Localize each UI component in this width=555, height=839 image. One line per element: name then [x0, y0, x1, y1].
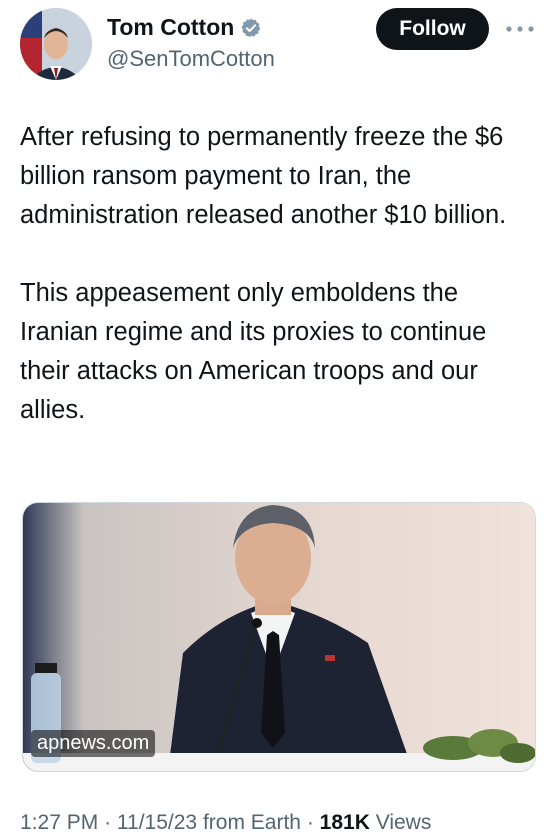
verified-badge-icon — [241, 17, 261, 37]
tweet-date[interactable]: 11/15/23 — [117, 811, 197, 834]
tweet-text: After refusing to permanently freeze the… — [20, 118, 540, 430]
tweet-header: Tom Cotton @SenTomCotton Follow — [0, 0, 555, 90]
avatar[interactable] — [20, 8, 92, 80]
meta-separator: · — [104, 811, 112, 834]
more-dots-icon[interactable] — [505, 22, 535, 36]
link-card-image[interactable]: apnews.com — [22, 502, 536, 772]
link-domain-label: apnews.com — [31, 730, 156, 757]
tweet-paragraph: After refusing to permanently freeze the… — [20, 123, 511, 229]
meta-separator: · — [306, 811, 314, 834]
tweet-paragraph: This appeasement only emboldens the Iran… — [20, 279, 494, 424]
tweet-meta: 1:27 PM · 11/15/23 from Earth · 181K Vie… — [20, 811, 431, 835]
tweet-source: from Earth — [202, 811, 301, 834]
author-name[interactable]: Tom Cotton — [107, 14, 234, 41]
avatar-image — [20, 8, 92, 80]
views-count[interactable]: 181K — [320, 811, 370, 834]
author-handle[interactable]: @SenTomCotton — [107, 46, 275, 72]
follow-button[interactable]: Follow — [376, 8, 489, 50]
views-label: Views — [375, 811, 432, 834]
author-name-row: Tom Cotton — [107, 14, 262, 41]
tweet-time[interactable]: 1:27 PM — [20, 811, 98, 834]
